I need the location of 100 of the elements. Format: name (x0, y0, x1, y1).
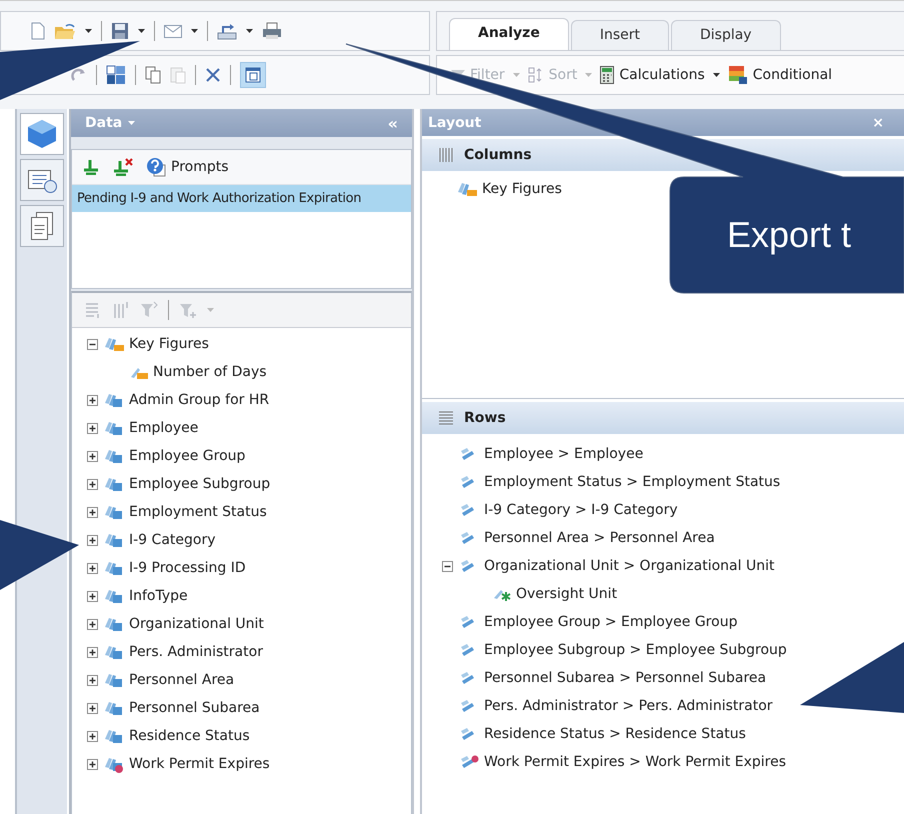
ribbon-tab[interactable]: Insert (570, 20, 669, 50)
help-icon (146, 157, 166, 177)
tree-item[interactable]: Organizational Unit (103, 615, 264, 633)
expand-toggle[interactable] (87, 590, 98, 602)
caret-icon[interactable] (712, 73, 720, 77)
collapse-toggle[interactable] (87, 338, 98, 350)
callout-text: Export t (727, 214, 852, 256)
expand-toggle[interactable] (87, 702, 98, 714)
tree-item[interactable]: I-9 Processing ID (103, 559, 246, 577)
layout-item[interactable]: Organizational Unit > Organizational Unit (458, 558, 774, 574)
expand-toggle[interactable] (87, 618, 98, 630)
layout-item[interactable]: Employment Status > Employment Status (458, 474, 780, 490)
side-tab[interactable] (20, 159, 64, 201)
expand-toggle[interactable] (87, 730, 98, 742)
tree-item[interactable]: Pers. Administrator (103, 643, 263, 661)
copy-icon[interactable] (145, 66, 161, 84)
layout-item[interactable]: Personnel Subarea > Personnel Subarea (458, 670, 766, 686)
ribbon-tool-button[interactable]: Conditional (728, 65, 832, 85)
expand-toggle[interactable] (87, 422, 98, 434)
tree-item[interactable]: Employee (103, 419, 198, 437)
caret-icon[interactable] (138, 29, 145, 33)
layout-item[interactable]: Pers. Administrator > Pers. Administrator (458, 698, 773, 714)
key-figures-icon (456, 180, 478, 198)
dimension-icon (103, 643, 125, 661)
side-tab[interactable] (20, 113, 64, 155)
section-title: Rows (464, 410, 506, 426)
layout-item[interactable]: I-9 Category > I-9 Category (458, 502, 678, 518)
toggle-panel-button[interactable] (240, 62, 266, 88)
list-icon (28, 168, 56, 192)
expand-toggle[interactable] (87, 562, 98, 574)
add-query-icon[interactable] (82, 159, 100, 175)
rows-icon (438, 410, 454, 426)
columns-icon (438, 147, 454, 163)
tree-item[interactable]: Employee Group (103, 447, 246, 465)
dimension-icon (103, 671, 125, 689)
expand-toggle[interactable] (87, 534, 98, 546)
time-hierarchy-icon (458, 754, 480, 770)
expand-toggle[interactable] (87, 506, 98, 518)
section-title: Columns (464, 147, 532, 163)
save-icon[interactable] (111, 22, 129, 40)
open-folder-icon[interactable] (54, 22, 76, 40)
tree-item[interactable]: Residence Status (103, 727, 250, 745)
cube-icon (28, 120, 56, 148)
layout-item[interactable]: Oversight Unit (492, 586, 618, 602)
documents-icon (31, 212, 53, 240)
tree-item[interactable]: Admin Group for HR (103, 391, 270, 409)
tree-item[interactable]: Personnel Area (103, 671, 234, 689)
tree-item[interactable]: Personnel Subarea (103, 699, 260, 717)
layout-item[interactable]: Personnel Area > Personnel Area (458, 530, 715, 546)
layout-item[interactable]: Employee > Employee (458, 446, 644, 462)
side-tab[interactable] (20, 205, 64, 247)
layout-item[interactable]: Residence Status > Residence Status (458, 726, 746, 742)
caret-icon[interactable] (85, 29, 92, 33)
dimension-icon (103, 391, 125, 409)
tree-item[interactable]: Employment Status (103, 503, 267, 521)
time-dimension-icon (103, 755, 125, 773)
remove-query-icon[interactable] (112, 158, 134, 176)
tree-item[interactable]: InfoType (103, 587, 188, 605)
sort-icon (528, 67, 544, 83)
tree-item[interactable]: Key Figures (103, 335, 209, 353)
layout-item[interactable]: Key Figures (456, 180, 562, 198)
delete-icon[interactable] (205, 67, 221, 83)
dimension-icon (103, 587, 125, 605)
dimension-icon (103, 419, 125, 437)
dimension-icon (103, 559, 125, 577)
tree-item[interactable]: Number of Days (129, 364, 267, 380)
caret-icon[interactable] (246, 29, 253, 33)
query-item[interactable]: Pending I-9 and Work Authorization Expiration (72, 185, 411, 212)
new-document-icon[interactable] (31, 22, 45, 40)
expand-toggle[interactable] (87, 674, 98, 686)
expand-toggle[interactable] (87, 646, 98, 658)
expand-toggle[interactable] (87, 758, 98, 770)
redo-icon[interactable] (71, 68, 87, 82)
ribbon-tab[interactable]: Display (670, 20, 781, 50)
tree-item[interactable]: Employee Subgroup (103, 475, 270, 493)
expand-toggle[interactable] (87, 450, 98, 462)
panel-icon (245, 67, 261, 83)
panel-title: Layout (428, 114, 482, 130)
layout-item[interactable]: Employee Subgroup > Employee Subgroup (458, 642, 787, 658)
dimension-icon (103, 615, 125, 633)
expand-toggle[interactable] (87, 478, 98, 490)
export-icon[interactable] (217, 22, 237, 40)
dimension-icon (103, 447, 125, 465)
dimension-icon (103, 699, 125, 717)
dimension-icon (103, 475, 125, 493)
ribbon-tab[interactable]: Analyze (449, 18, 569, 50)
tree-item[interactable]: Work Permit Expires (103, 755, 270, 773)
caret-icon[interactable] (191, 29, 198, 33)
swap-axes-icon[interactable] (106, 65, 126, 85)
envelope-icon[interactable] (164, 24, 182, 38)
dimension-icon (103, 727, 125, 745)
conditional-format-icon (728, 65, 748, 85)
layout-item[interactable]: Work Permit Expires > Work Permit Expires (458, 754, 786, 770)
prompts-button[interactable]: Prompts (146, 157, 229, 177)
printer-icon[interactable] (262, 22, 282, 40)
layout-item[interactable]: Employee Group > Employee Group (458, 614, 738, 630)
ribbon-tool-button[interactable]: Calculations (600, 66, 705, 84)
expand-toggle[interactable] (87, 394, 98, 406)
tree-item[interactable]: I-9 Category (103, 531, 216, 549)
collapse-toggle[interactable] (442, 560, 453, 572)
